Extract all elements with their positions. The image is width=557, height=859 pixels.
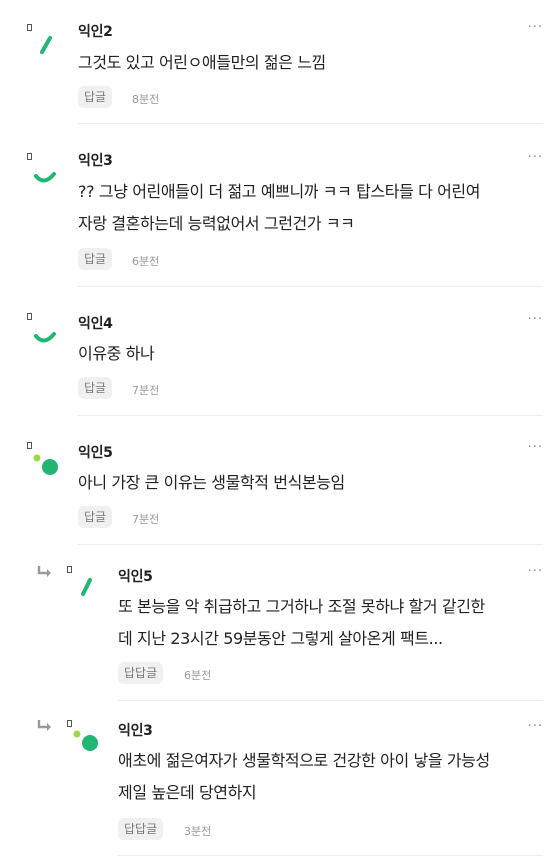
timestamp: 3분전 (184, 825, 212, 838)
author-name[interactable]: 익인4 (78, 313, 113, 333)
author-name[interactable]: 익인5 (118, 566, 153, 586)
more-options-icon[interactable]: ··· (528, 440, 543, 455)
online-indicator (27, 442, 32, 449)
comment-text: 또 본능을 악 취급하고 그거하나 조절 못하냐 할거 같긴한 데 지난 23시… (118, 597, 485, 648)
timestamp: 7분전 (132, 513, 160, 526)
more-options-icon[interactable]: ··· (528, 20, 543, 35)
reply-arrow-icon (37, 566, 51, 577)
smile-icon[interactable] (30, 316, 66, 352)
divider (78, 415, 543, 416)
more-options-icon[interactable]: ··· (528, 719, 543, 734)
reply-button[interactable]: 답글 (78, 248, 113, 270)
divider (118, 700, 543, 701)
reply-button[interactable]: 답글 (78, 86, 113, 108)
reply-button[interactable]: 답글 (78, 506, 113, 528)
reply-button[interactable]: 답글 (78, 377, 113, 399)
slash-icon[interactable] (30, 28, 66, 64)
author-name[interactable]: 익인5 (78, 442, 113, 462)
author-name[interactable]: 익인3 (78, 150, 113, 170)
divider (78, 286, 543, 287)
comment-text: 이유중 하나 (78, 344, 155, 363)
author-name[interactable]: 익인2 (78, 21, 113, 41)
divider (78, 123, 543, 124)
smile-icon[interactable] (30, 158, 66, 194)
comment-text: 애초에 젊은여자가 생물학적으로 건강한 아이 낳을 가능성 제일 높은데 당연… (118, 751, 490, 802)
timestamp: 7분전 (132, 384, 160, 397)
timestamp: 6분전 (132, 255, 160, 268)
comment-text: 그것도 있고 어린ㅇ애들만의 젊은 느낌 (78, 53, 326, 72)
dots-icon[interactable] (68, 726, 104, 762)
author-name[interactable]: 익인3 (118, 720, 153, 740)
timestamp: 8분전 (132, 93, 160, 106)
nested-reply-button[interactable]: 답답글 (118, 818, 164, 840)
slash-icon[interactable] (70, 570, 106, 606)
nested-reply-button[interactable]: 답답글 (118, 662, 164, 684)
timestamp: 6분전 (184, 669, 212, 682)
more-options-icon[interactable]: ··· (528, 150, 543, 165)
divider (78, 544, 543, 545)
dots-icon[interactable] (28, 450, 64, 486)
divider (118, 855, 543, 856)
reply-arrow-icon (37, 720, 51, 731)
comment-text: 아니 가장 큰 이유는 생물학적 번식본능임 (78, 473, 345, 492)
comment-text: ?? 그냥 어린애들이 더 젊고 예쁘니까 ㅋㅋ 탑스타들 다 어린여 자랑 결… (78, 182, 481, 233)
more-options-icon[interactable]: ··· (528, 312, 543, 327)
more-options-icon[interactable]: ··· (528, 564, 543, 579)
